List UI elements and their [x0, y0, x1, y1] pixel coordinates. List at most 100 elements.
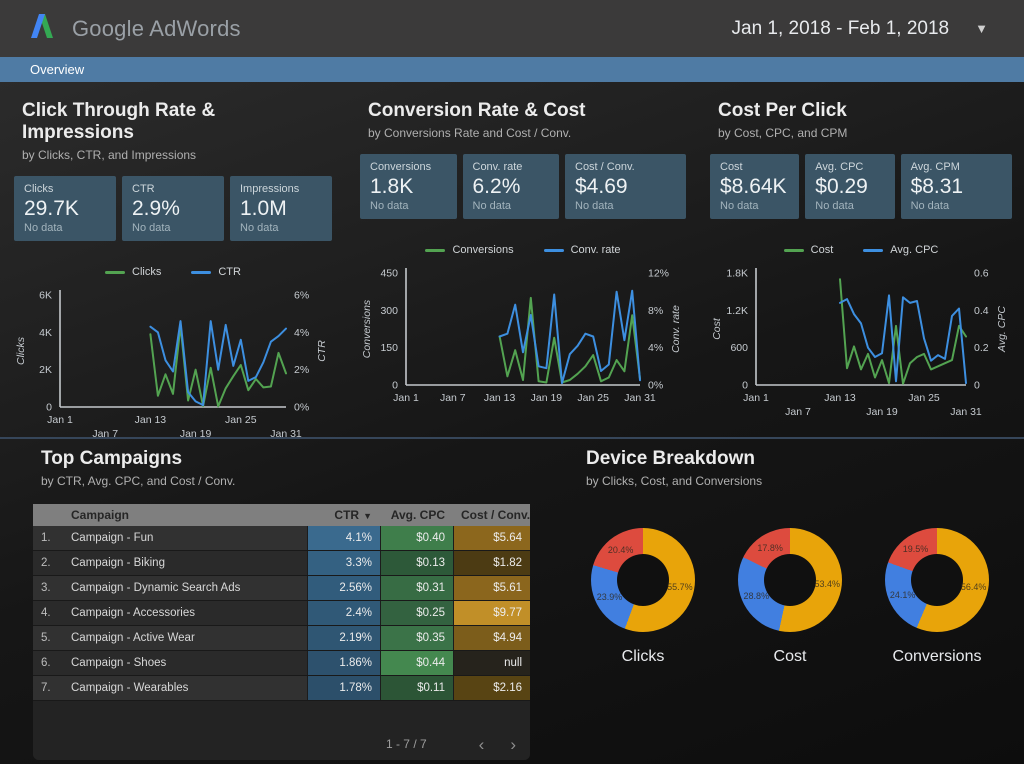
cost-conv-cell: $9.77 — [453, 601, 530, 625]
cost-donut-chart: 53.4%28.8%17.8% Cost — [735, 528, 845, 666]
svg-text:Jan 1: Jan 1 — [47, 414, 73, 426]
column-header-ctr[interactable]: CTR▼ — [307, 508, 380, 522]
section-cost-per-click: Cost Per Click by Cost, CPC, and CPM Cos… — [710, 100, 1012, 431]
prev-page-icon[interactable]: ‹ — [479, 739, 485, 751]
tab-bar: Overview — [0, 57, 1024, 82]
section-title: Device Breakdown — [586, 448, 1014, 470]
svg-text:Jan 1: Jan 1 — [743, 392, 769, 404]
ctr-cell: 2.19% — [307, 626, 380, 650]
scorecard-conv-rate: Conv. rate 6.2% No data — [463, 154, 560, 219]
svg-text:Cost: Cost — [711, 317, 723, 340]
table-row[interactable]: 6.Campaign - Shoes1.86%$0.44null — [33, 651, 530, 676]
svg-text:Jan 31: Jan 31 — [624, 392, 656, 404]
slice-label: 55.7% — [667, 582, 693, 592]
section-ctr-impressions: Click Through Rate & Impressions by Clic… — [14, 100, 332, 453]
donut-title: Cost — [735, 648, 845, 666]
table-header-row: Campaign CTR▼ Avg. CPC Cost / Conv. — [33, 504, 530, 526]
table-row[interactable]: 4.Campaign - Accessories2.4%$0.25$9.77 — [33, 601, 530, 626]
slice-label: 23.9% — [597, 592, 623, 602]
svg-text:Jan 31: Jan 31 — [950, 406, 982, 418]
scorecard-label: Conversions — [370, 161, 447, 173]
scorecard-cost: Cost $8.64K No data — [710, 154, 799, 219]
section-top-campaigns: Top Campaigns by CTR, Avg. CPC, and Cost… — [33, 448, 530, 760]
scorecard-note: No data — [370, 200, 447, 212]
svg-text:4%: 4% — [294, 327, 309, 339]
scorecard-label: Cost / Conv. — [575, 161, 676, 173]
table-row[interactable]: 5.Campaign - Active Wear2.19%$0.35$4.94 — [33, 626, 530, 651]
svg-text:0.4: 0.4 — [974, 305, 989, 317]
slice-label: 17.8% — [757, 543, 783, 553]
svg-text:Jan 7: Jan 7 — [785, 406, 811, 418]
section-subtitle: by Clicks, CTR, and Impressions — [22, 148, 332, 162]
avg-cpc-cell: $0.31 — [380, 576, 453, 600]
chart-plot: 01503004500%4%8%12%ConversionsConv. rate… — [360, 257, 686, 431]
column-header-campaign[interactable]: Campaign — [63, 508, 307, 522]
svg-text:0: 0 — [46, 402, 52, 414]
svg-text:2%: 2% — [294, 364, 309, 376]
avg-cpc-cell: $0.44 — [380, 651, 453, 675]
svg-text:8%: 8% — [648, 305, 663, 317]
slice-label: 53.4% — [814, 579, 840, 589]
legend-item: Clicks — [105, 266, 161, 278]
scorecard-label: Conv. rate — [473, 161, 550, 173]
avg-cpc-cell: $0.40 — [380, 526, 453, 550]
next-page-icon[interactable]: › — [510, 739, 516, 751]
svg-text:6K: 6K — [39, 290, 52, 302]
section-subtitle: by Cost, CPC, and CPM — [718, 126, 1012, 140]
svg-text:450: 450 — [380, 268, 398, 280]
ctr-cell: 4.1% — [307, 526, 380, 550]
scorecard-value: 6.2% — [473, 175, 550, 199]
campaign-table-body: 1.Campaign - Fun4.1%$0.40$5.642.Campaign… — [33, 526, 530, 701]
table-row[interactable]: 1.Campaign - Fun4.1%$0.40$5.64 — [33, 526, 530, 551]
section-conversion-rate-cost: Conversion Rate & Cost by Conversions Ra… — [360, 100, 686, 431]
cost-conv-cell: $5.61 — [453, 576, 530, 600]
scorecard-clicks: Clicks 29.7K No data — [14, 176, 116, 241]
section-subtitle: by CTR, Avg. CPC, and Cost / Conv. — [41, 474, 530, 488]
campaign-name: Campaign - Active Wear — [63, 626, 307, 650]
svg-text:0: 0 — [974, 380, 980, 392]
app-header: Google AdWords Jan 1, 2018 - Feb 1, 2018… — [0, 0, 1024, 57]
scorecard-label: Avg. CPM — [911, 161, 1002, 173]
scorecard-note: No data — [575, 200, 676, 212]
table-row[interactable]: 2.Campaign - Biking3.3%$0.13$1.82 — [33, 551, 530, 576]
scorecard-value: $8.31 — [911, 175, 1002, 199]
scorecard-cost-conv: Cost / Conv. $4.69 No data — [565, 154, 686, 219]
campaign-name: Campaign - Wearables — [63, 676, 307, 700]
campaign-table: Campaign CTR▼ Avg. CPC Cost / Conv. 1.Ca… — [33, 504, 530, 760]
svg-text:0%: 0% — [294, 402, 309, 414]
svg-text:4%: 4% — [648, 342, 663, 354]
tab-overview[interactable]: Overview — [0, 62, 84, 77]
chevron-down-icon: ▼ — [975, 21, 988, 36]
scorecard-value: $0.29 — [815, 175, 884, 199]
row-rank: 7. — [33, 676, 63, 700]
cost-conv-cell: $5.64 — [453, 526, 530, 550]
donut-title: Clicks — [588, 648, 698, 666]
column-header-avg-cpc[interactable]: Avg. CPC — [380, 508, 453, 522]
scorecard-value: 29.7K — [24, 197, 106, 221]
ctr-cell: 1.86% — [307, 651, 380, 675]
slice-label: 19.5% — [903, 544, 929, 554]
svg-text:Jan 25: Jan 25 — [225, 414, 257, 426]
ctr-cell: 2.56% — [307, 576, 380, 600]
svg-text:Clicks: Clicks — [15, 336, 27, 365]
svg-text:0.6: 0.6 — [974, 268, 989, 280]
row-rank: 6. — [33, 651, 63, 675]
scorecard-note: No data — [240, 222, 322, 234]
campaign-name: Campaign - Biking — [63, 551, 307, 575]
chart-legend: ConversionsConv. rate — [360, 243, 686, 257]
svg-text:12%: 12% — [648, 268, 669, 280]
donut-ring: 55.7%23.9%20.4% — [591, 528, 695, 632]
donut-ring: 56.4%24.1%19.5% — [885, 528, 989, 632]
scorecard-value: 1.0M — [240, 197, 322, 221]
scorecard-label: Impressions — [240, 183, 322, 195]
table-row[interactable]: 3.Campaign - Dynamic Search Ads2.56%$0.3… — [33, 576, 530, 601]
chart-legend: ClicksCTR — [14, 265, 332, 279]
column-header-cost-conv[interactable]: Cost / Conv. — [453, 508, 530, 522]
svg-text:150: 150 — [380, 342, 398, 354]
conversions-donut-chart: 56.4%24.1%19.5% Conversions — [882, 528, 992, 666]
table-row[interactable]: 7.Campaign - Wearables1.78%$0.11$2.16 — [33, 676, 530, 701]
slice-label: 24.1% — [890, 590, 916, 600]
row-rank: 1. — [33, 526, 63, 550]
cost-conv-cell: $2.16 — [453, 676, 530, 700]
date-range-selector[interactable]: Jan 1, 2018 - Feb 1, 2018 ▼ — [724, 14, 996, 44]
